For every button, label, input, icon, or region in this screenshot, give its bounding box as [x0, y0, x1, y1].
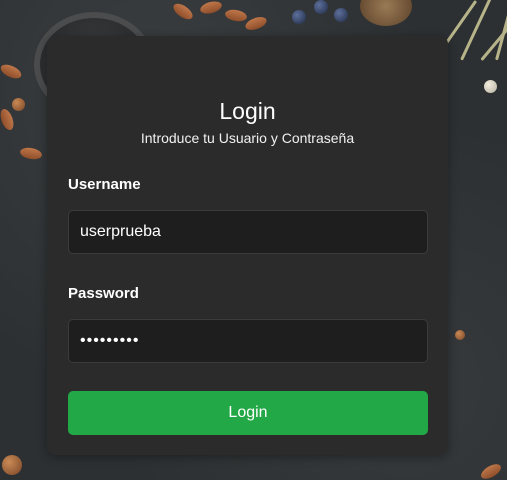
almond-decoration: [224, 8, 248, 23]
almond-decoration: [170, 0, 196, 23]
almond-decoration: [19, 146, 43, 161]
hazelnut-decoration: [12, 98, 25, 111]
almond-decoration: [198, 0, 224, 16]
hazelnut-decoration: [2, 455, 22, 475]
grass-decoration: [460, 0, 497, 61]
login-title: Login: [219, 98, 276, 124]
almond-decoration: [0, 61, 24, 82]
almond-decoration: [478, 461, 504, 480]
almond-decoration: [243, 14, 269, 33]
blueberry-decoration: [334, 8, 348, 22]
grass-decoration: [495, 1, 507, 61]
blueberry-decoration: [292, 10, 306, 24]
blueberry-decoration: [314, 0, 328, 14]
username-label: Username: [68, 176, 141, 193]
login-subtitle: Introduce tu Usuario y Contraseña: [140, 130, 355, 146]
password-input[interactable]: [68, 319, 428, 363]
password-label: Password: [68, 285, 139, 302]
almond-decoration: [0, 107, 16, 132]
login-card: Login Introduce tu Usuario y Contraseña …: [47, 36, 448, 455]
hazelnut-decoration: [455, 330, 465, 340]
username-input[interactable]: [68, 210, 428, 254]
pea-decoration: [484, 80, 497, 93]
seed-bowl-decoration: [360, 0, 412, 26]
login-button[interactable]: Login: [68, 391, 428, 435]
